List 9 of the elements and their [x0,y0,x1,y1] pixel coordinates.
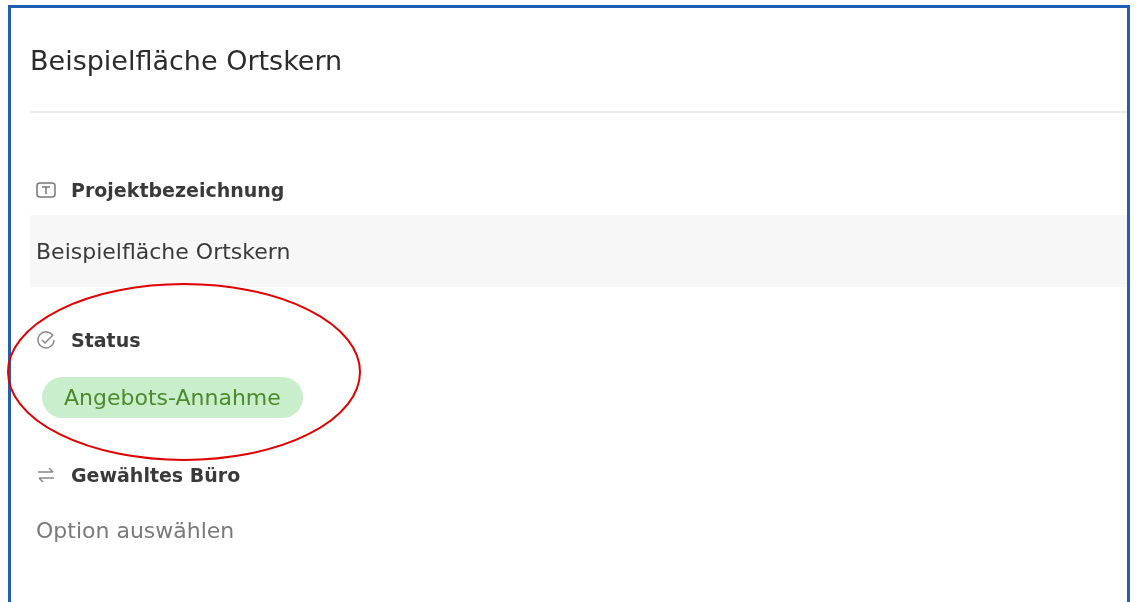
check-circle-icon [35,329,57,351]
field-label: Gewähltes Büro [71,464,241,486]
field-label: Projektbezeichnung [71,179,285,201]
field-label: Status [71,329,141,351]
select-field[interactable]: Option auswählen [36,518,1127,543]
text-field-icon [35,179,57,201]
record-title: Beispielfläche Ortskern [30,44,344,78]
status-tag[interactable]: Angebots-Annahme [42,377,303,418]
text-field[interactable]: Beispielfläche Ortskern [30,215,1127,287]
